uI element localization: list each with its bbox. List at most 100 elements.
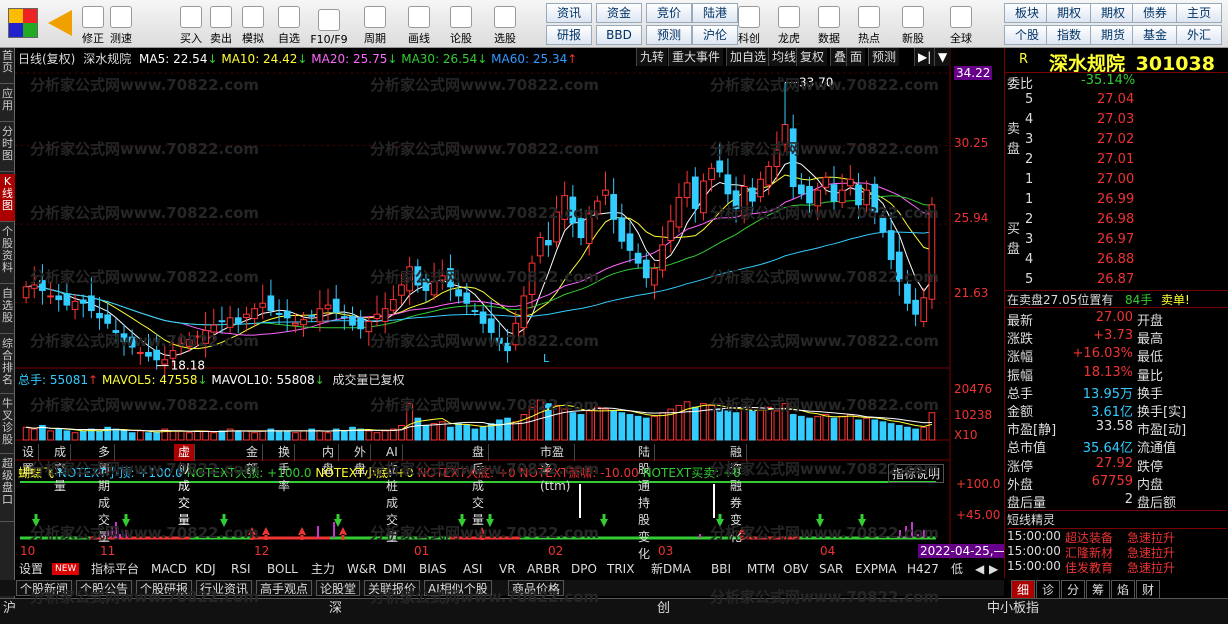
quick-link-top[interactable]: 陆港 <box>692 3 738 23</box>
indicator-tab[interactable]: BBI <box>708 561 734 577</box>
status-index[interactable]: 创 <box>654 601 673 617</box>
sell-level[interactable]: 4 27.03 <box>1005 112 1228 132</box>
pencil-button[interactable]: 画线 <box>402 2 436 46</box>
quick-link-top[interactable]: 资金 <box>596 3 642 23</box>
sell-button[interactable]: 卖出 <box>204 2 238 46</box>
indicator-tab[interactable]: 指标平台 <box>88 561 142 577</box>
cycle-button[interactable]: 周期 <box>358 2 392 46</box>
volume-tab[interactable]: 设置 <box>18 444 40 476</box>
quick-link-top[interactable]: 资讯 <box>546 3 592 23</box>
indicator-tab[interactable]: 新DMA <box>648 561 694 577</box>
buy-button[interactable]: 买入 <box>174 2 208 46</box>
news-tab[interactable]: 个股研报 <box>136 580 193 596</box>
quick-link-bottom[interactable]: 沪伦 <box>692 25 738 45</box>
scroll-right-icon[interactable]: ▶ <box>986 561 1001 577</box>
indicator-tab[interactable]: EXPMA <box>852 561 900 577</box>
volume-tab[interactable]: 盘后成交量 <box>468 444 490 527</box>
indicator-tab[interactable]: VR <box>496 561 519 577</box>
scroll-left-icon[interactable]: ◀ <box>972 561 987 577</box>
quote-tab[interactable]: 细 <box>1011 580 1035 599</box>
chart-option-button[interactable]: 面 <box>846 48 866 66</box>
quick-link-bottom[interactable]: BBD <box>596 25 642 45</box>
quick-link-bottom[interactable]: 指数 <box>1046 25 1092 45</box>
indicator-tab[interactable]: W&R <box>344 561 380 577</box>
indicator-tab[interactable]: BOLL <box>264 561 301 577</box>
quick-link-top[interactable]: 期权 <box>1046 3 1092 23</box>
lun-button[interactable]: 论股 <box>444 2 478 46</box>
indicator-tab[interactable]: RSI <box>228 561 254 577</box>
volume-tab[interactable]: 市盈率(ttm) <box>536 444 576 493</box>
search-chart-button[interactable]: 选股 <box>488 2 522 46</box>
indicator-tab[interactable]: NEW <box>52 563 80 575</box>
new-button[interactable]: 新股 <box>896 2 930 46</box>
quote-tab[interactable]: 财 <box>1136 580 1160 599</box>
indicator-tab[interactable]: MACD <box>148 561 190 577</box>
clock-button[interactable]: 测速 <box>104 2 138 46</box>
volume-tab[interactable]: 多周期成交量 <box>94 444 116 544</box>
chart-option-button[interactable]: 预测 <box>868 48 900 66</box>
quick-link-top[interactable]: 板块 <box>1004 3 1050 23</box>
volume-tab[interactable]: 成交量 <box>50 444 72 493</box>
indicator-tab[interactable]: 低 <box>948 561 966 577</box>
kline-chart[interactable]: 33.7018.18L <box>0 48 1004 560</box>
volume-tab[interactable]: 虚拟成交量 <box>174 444 196 527</box>
volume-tab[interactable]: 融资融券变化 <box>726 444 748 544</box>
news-tab[interactable]: 个股公告 <box>76 580 133 596</box>
indicator-tab[interactable]: BIAS <box>416 561 450 577</box>
hammer-button[interactable]: 模拟 <box>236 2 270 46</box>
volume-tab[interactable]: 外盘 <box>350 444 372 476</box>
quote-tab[interactable]: 焰 <box>1111 580 1135 599</box>
star-button[interactable]: 自选 <box>272 2 306 46</box>
indicator-tab[interactable]: 设置 <box>16 561 46 577</box>
indicator-tab[interactable]: DPO <box>568 561 600 577</box>
indicator-tab[interactable]: KDJ <box>192 561 219 577</box>
quick-link-bottom[interactable]: 基金 <box>1132 25 1178 45</box>
quote-tab[interactable]: 诊 <box>1036 580 1060 599</box>
sell-level[interactable]: 2 27.01 <box>1005 152 1228 172</box>
quick-link-bottom[interactable]: 外汇 <box>1176 25 1222 45</box>
indicator-tab[interactable]: OBV <box>780 561 812 577</box>
play-icon[interactable]: ▶| <box>914 48 935 66</box>
quick-link-bottom[interactable]: 研报 <box>546 25 592 45</box>
volume-tab[interactable]: 金额 <box>242 444 264 476</box>
hot-button[interactable]: 热点 <box>852 2 886 46</box>
quick-link-bottom[interactable]: 个股 <box>1004 25 1050 45</box>
indicator-tab[interactable]: TRIX <box>604 561 637 577</box>
dragon-button[interactable]: 龙虎 <box>772 2 806 46</box>
news-tab[interactable]: 商品价格 <box>508 580 565 596</box>
chart-option-button[interactable]: 九转 <box>636 48 668 66</box>
indicator-tab[interactable]: 主力 <box>308 561 338 577</box>
news-tab[interactable]: 个股新闻 <box>16 580 73 596</box>
volume-tab[interactable]: 陆股通持股变化 <box>634 444 656 561</box>
news-tab[interactable]: 论股堂 <box>316 580 361 596</box>
volume-tab[interactable]: 换手率 <box>274 444 296 493</box>
globe-button[interactable]: 全球 <box>944 2 978 46</box>
indicator-help-button[interactable]: 指标说明 <box>888 464 945 483</box>
indicator-tab[interactable]: MTM <box>744 561 778 577</box>
quick-link-bottom[interactable]: 期货 <box>1090 25 1136 45</box>
quick-link-top[interactable]: 主页 <box>1176 3 1222 23</box>
quick-link-top[interactable]: 债券 <box>1132 3 1178 23</box>
indicator-tab[interactable]: ASI <box>460 561 485 577</box>
sell-level[interactable]: 3 27.02 <box>1005 132 1228 152</box>
quick-link-top[interactable]: 期权 <box>1090 3 1136 23</box>
buy-level[interactable]: 5 26.87 <box>1005 272 1228 292</box>
back-icon[interactable] <box>48 10 72 36</box>
short-item[interactable]: 15:00:00 佳发教育 急速拉升 <box>1005 559 1228 579</box>
news-tab[interactable]: 关联报价 <box>364 580 421 596</box>
buy-level[interactable]: 1 26.99 <box>1005 192 1228 212</box>
indicator-tab[interactable]: SAR <box>816 561 846 577</box>
buy-level[interactable]: 4 26.88 <box>1005 252 1228 272</box>
sell-level[interactable]: 5 27.04 <box>1005 92 1228 112</box>
indicator-tab[interactable]: DMI <box>380 561 409 577</box>
news-tab[interactable]: 高手观点 <box>256 580 313 596</box>
status-index[interactable]: 中小板指 <box>984 601 1042 617</box>
sell-level[interactable]: 1 27.00 <box>1005 172 1228 192</box>
menu-icon[interactable] <box>8 8 38 38</box>
quick-link-top[interactable]: 竞价 <box>646 3 692 23</box>
quote-tab[interactable]: 筹 <box>1086 580 1110 599</box>
indicator-tab[interactable]: ARBR <box>524 561 563 577</box>
status-index[interactable]: 沪 <box>0 601 19 617</box>
buy-level[interactable]: 3 26.97 <box>1005 232 1228 252</box>
chart-option-button[interactable]: 均线 <box>768 48 800 66</box>
